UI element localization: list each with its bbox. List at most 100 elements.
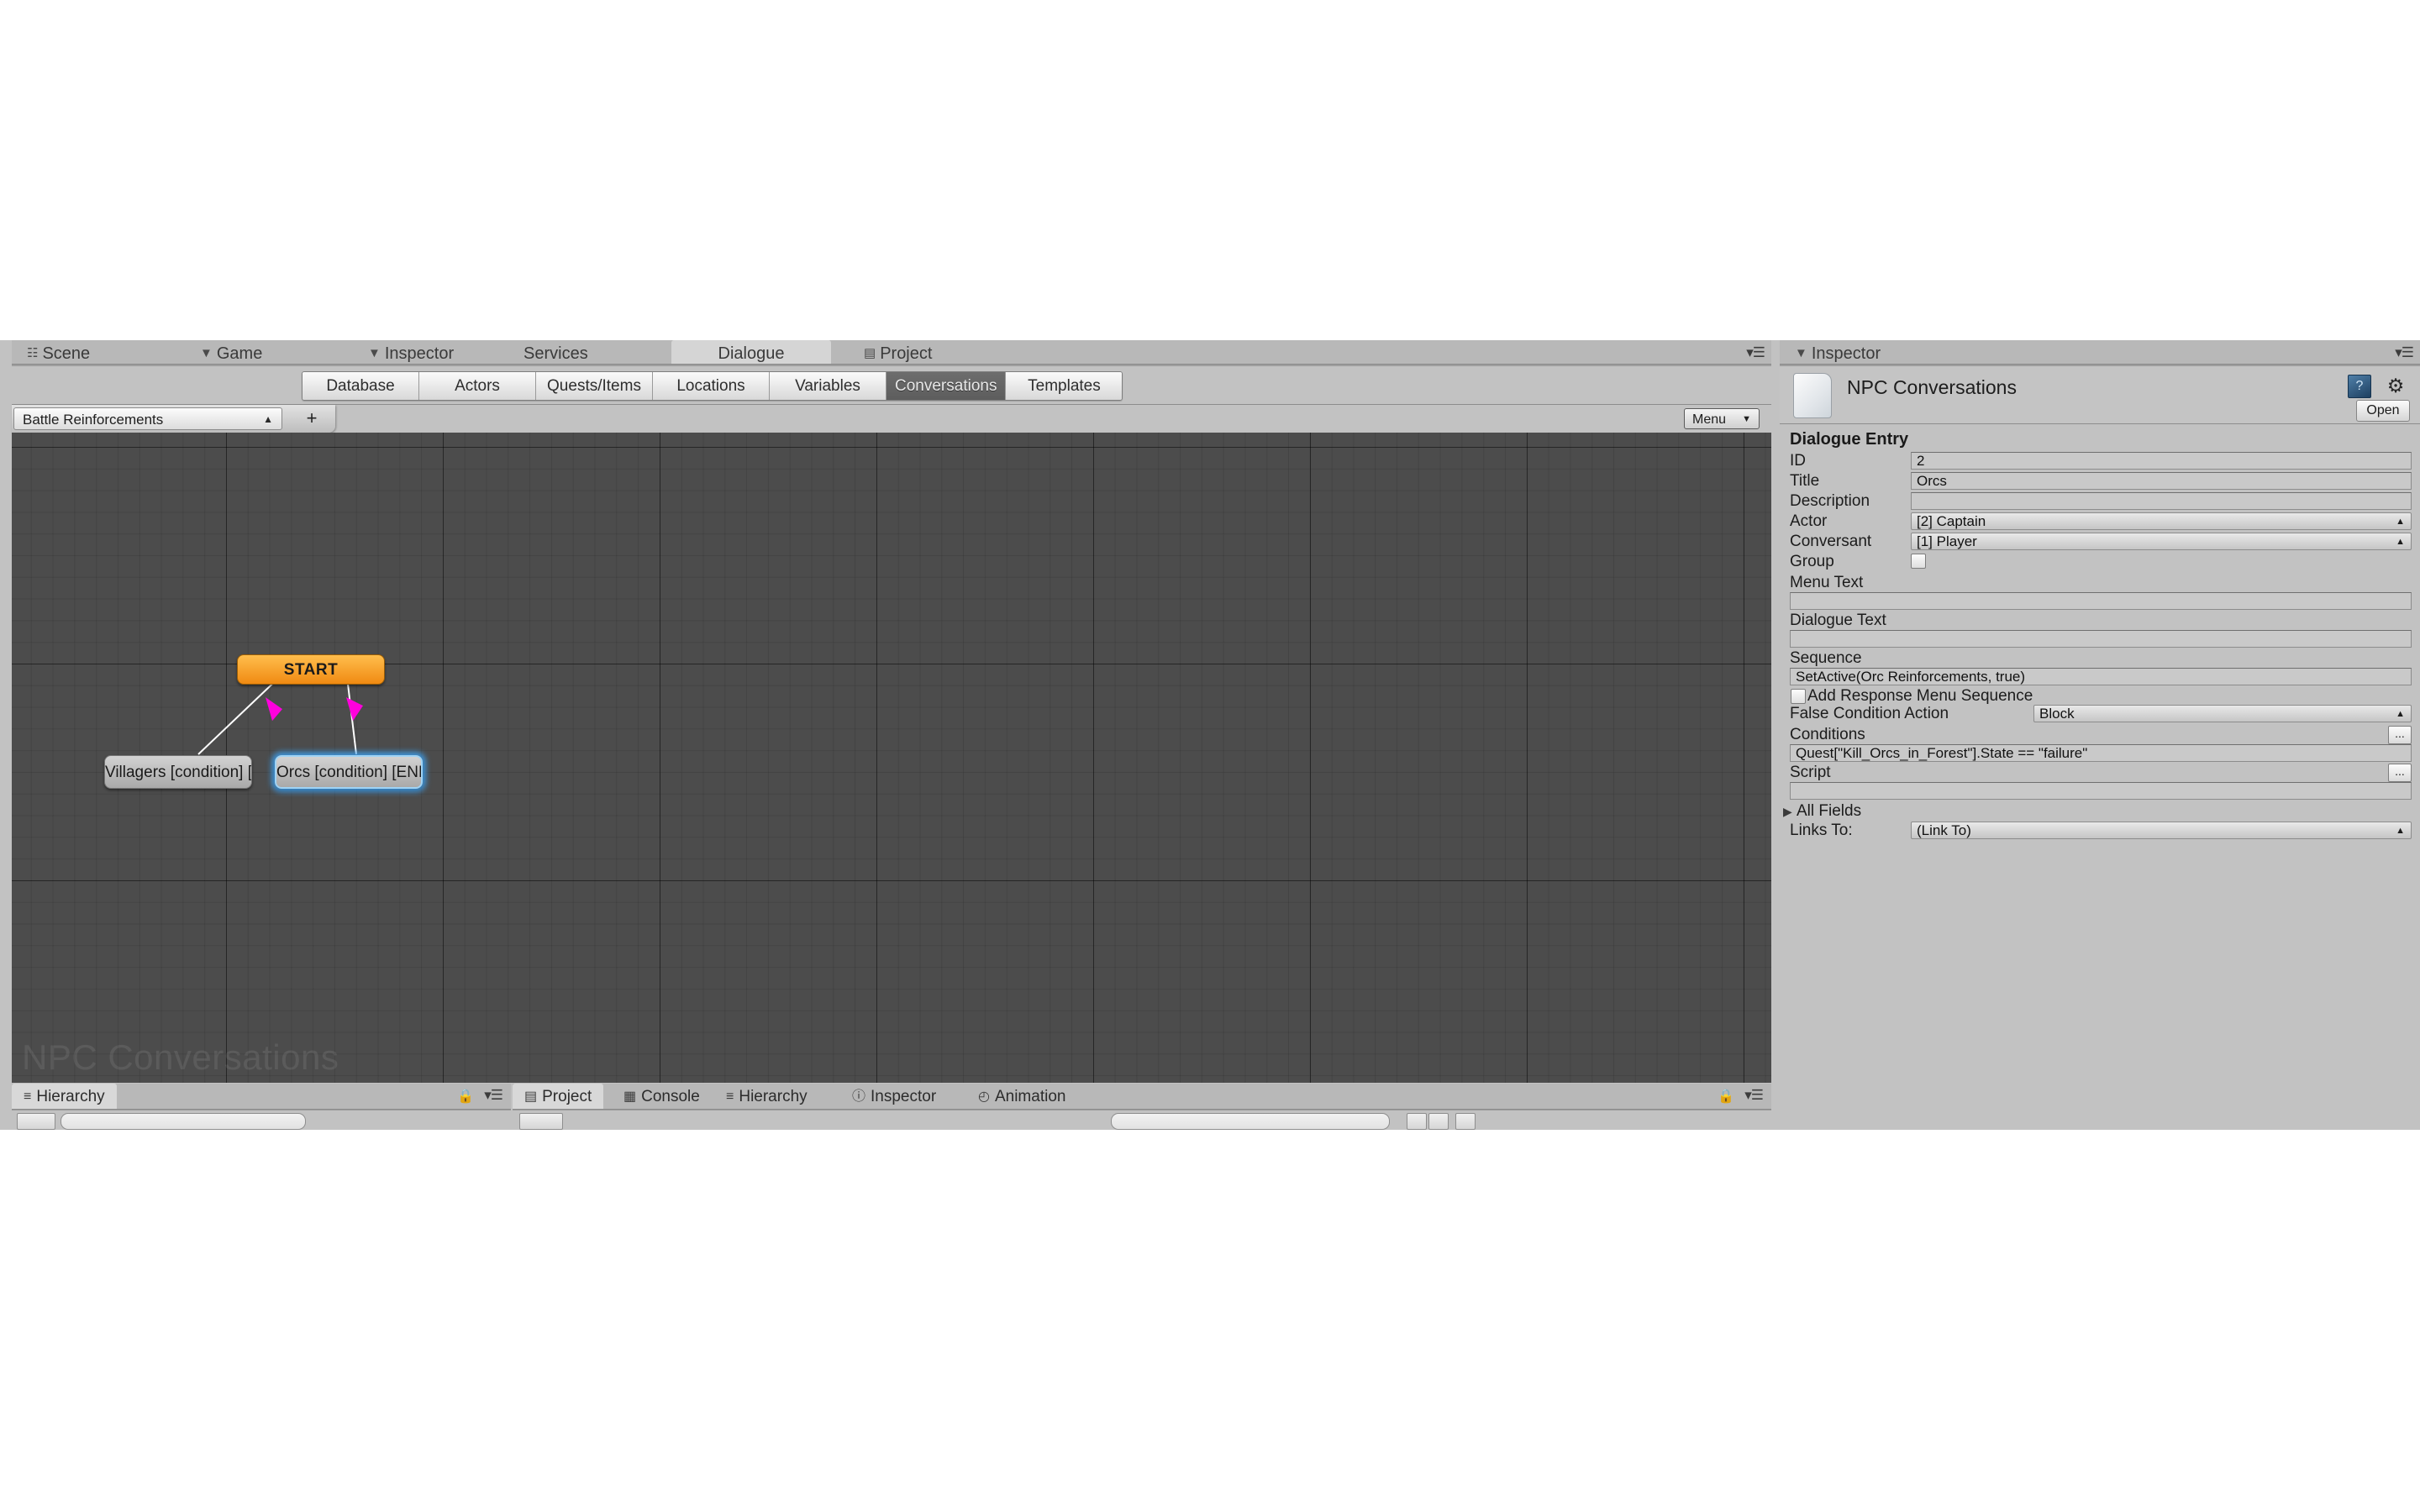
description-input[interactable]: [1911, 492, 2412, 510]
window-tab-dialogue[interactable]: Dialogue: [671, 340, 831, 364]
panel-menu-icon[interactable]: ▾☰: [1744, 1087, 1764, 1104]
tab-locations[interactable]: Locations: [653, 372, 770, 400]
dock-tab-label: Inspector: [871, 1088, 937, 1105]
dock-tab-label: Animation: [994, 1088, 1066, 1105]
conversation-select-value: Battle Reinforcements: [23, 412, 164, 428]
dock-tab-console[interactable]: ▦ Console: [612, 1084, 712, 1109]
asset-file-icon: [1793, 373, 1832, 418]
field-row-add-response-menu-sequence: Add Response Menu Sequence: [1790, 687, 2412, 706]
panel-menu-icon[interactable]: ▾☰: [1746, 344, 1765, 361]
dialogue-text-input[interactable]: [1790, 630, 2412, 648]
inspector-body: Dialogue Entry ID 2 Title Orcs Descripti…: [1780, 424, 2420, 1112]
label-title: Title: [1790, 472, 1820, 490]
menu-text-input[interactable]: [1790, 592, 2412, 610]
panel-menu-icon[interactable]: ▾☰: [2395, 344, 2414, 361]
dock-tab-project[interactable]: ▤ Project: [513, 1084, 604, 1109]
hierarchy-search-input[interactable]: [60, 1113, 306, 1130]
conversation-select[interactable]: Battle Reinforcements ▲▼: [13, 407, 282, 448]
updown-arrows-icon: ▲▼: [2396, 826, 2405, 836]
open-button[interactable]: Open: [2356, 400, 2410, 422]
dock-tab-inspector[interactable]: ⓘ Inspector: [840, 1084, 948, 1109]
field-row-all-fields[interactable]: ▶ All Fields: [1783, 802, 2412, 821]
window-tab-label: Inspector: [1811, 344, 1881, 363]
dialogue-section-tabs: Database Actors Quests/Items Locations V…: [302, 371, 1123, 401]
label-add-response-menu-sequence: Add Response Menu Sequence: [1807, 687, 2033, 705]
add-conversation-button[interactable]: +: [297, 407, 326, 430]
bottom-dock-left: ≡ Hierarchy 🔒 ▾☰: [12, 1084, 511, 1130]
id-input[interactable]: 2: [1911, 452, 2412, 470]
scene-icon: ☷: [27, 346, 39, 360]
chevron-down-icon: ▼: [1742, 414, 1751, 424]
lock-icon[interactable]: 🔒: [457, 1088, 474, 1105]
chevron-right-icon[interactable]: ▶: [1783, 802, 1792, 821]
field-row-group: Group: [1790, 554, 2412, 574]
updown-arrows-icon: ▲▼: [2396, 537, 2405, 547]
tab-conversations[interactable]: Conversations: [886, 372, 1007, 400]
inspector-icon: ▼: [368, 346, 381, 360]
conditions-input[interactable]: Quest["Kill_Orcs_in_Forest"].State == "f…: [1790, 744, 2412, 762]
title-input[interactable]: Orcs: [1911, 472, 2412, 490]
tab-database[interactable]: Database: [302, 372, 419, 400]
tab-quests-items[interactable]: Quests/Items: [536, 372, 653, 400]
tab-variables[interactable]: Variables: [770, 372, 886, 400]
lock-icon[interactable]: 🔒: [1718, 1088, 1734, 1105]
window-tab-services[interactable]: Services: [512, 340, 600, 364]
link-line: [347, 684, 357, 755]
window-tab-inspector[interactable]: ▼ Inspector: [356, 340, 466, 364]
node-villagers[interactable]: Villagers [condition] [END: [104, 755, 252, 789]
window-tab-inspector-right[interactable]: ▼ Inspector: [1783, 340, 1892, 364]
dock-tab-animation[interactable]: ◴ Animation: [966, 1084, 1077, 1109]
project-filter-button-1[interactable]: [1407, 1113, 1427, 1130]
dock-tab-hierarchy[interactable]: ≡ Hierarchy: [714, 1084, 819, 1109]
false-condition-action-value: Block: [2039, 706, 2075, 722]
field-row-false-condition-action: False Condition Action Block ▲▼: [1790, 705, 2412, 726]
dialogue-node-canvas[interactable]: START Villagers [condition] [END Orcs [c…: [12, 433, 1771, 1083]
project-filter-button-3[interactable]: [1455, 1113, 1476, 1130]
help-book-icon[interactable]: ?: [2348, 375, 2371, 398]
hierarchy-icon: ≡: [726, 1089, 734, 1104]
links-to-select[interactable]: (Link To) ▲▼: [1911, 822, 2412, 839]
node-label: Villagers [condition] [END: [105, 764, 252, 781]
hierarchy-create-button[interactable]: [17, 1113, 55, 1130]
tab-templates[interactable]: Templates: [1006, 372, 1123, 400]
window-tab-scene[interactable]: ☷ Scene: [15, 340, 102, 364]
field-row-links-to: Links To: (Link To) ▲▼: [1790, 822, 2412, 843]
project-search-input[interactable]: [1111, 1113, 1390, 1130]
group-checkbox[interactable]: [1911, 554, 1926, 569]
window-tab-label: Game: [216, 344, 263, 363]
dock-tab-hierarchy[interactable]: ≡ Hierarchy: [12, 1084, 117, 1109]
field-row-actor: Actor [2] Captain ▲▼: [1790, 512, 2412, 533]
gear-icon[interactable]: ⚙: [2385, 375, 2407, 396]
window-tab-game[interactable]: ▼ Game: [188, 340, 274, 364]
label-script: Script: [1790, 764, 1831, 781]
window-tab-project[interactable]: ▤ Project: [852, 340, 944, 364]
node-label: Orcs [condition] [END]: [276, 764, 423, 781]
script-more-button[interactable]: ...: [2388, 764, 2412, 782]
project-filter-button-2[interactable]: [1428, 1113, 1449, 1130]
dock-tab-label: Project: [542, 1088, 592, 1105]
node-orcs[interactable]: Orcs [condition] [END]: [275, 755, 423, 789]
actor-select[interactable]: [2] Captain ▲▼: [1911, 512, 2412, 530]
project-create-button[interactable]: [519, 1113, 563, 1130]
section-title-dialogue-entry: Dialogue Entry: [1790, 430, 1909, 449]
script-input[interactable]: [1790, 782, 2412, 800]
false-condition-action-select[interactable]: Block ▲▼: [2033, 705, 2412, 722]
label-group: Group: [1790, 553, 1834, 570]
field-row-title: Title Orcs: [1790, 472, 2412, 493]
label-description: Description: [1790, 492, 1870, 510]
window-tab-label: Dialogue: [718, 344, 785, 363]
label-conversant: Conversant: [1790, 533, 1872, 550]
conversant-select[interactable]: [1] Player ▲▼: [1911, 533, 2412, 550]
canvas-menu-button[interactable]: Menu ▼: [1684, 408, 1760, 429]
actor-select-value: [2] Captain: [1917, 513, 1986, 529]
bottom-dock-right: ▤ Project ▦ Console ≡ Hierarchy ⓘ Inspector …: [513, 1084, 1771, 1130]
updown-arrows-icon: ▲▼: [2396, 709, 2405, 719]
panel-menu-icon[interactable]: ▾☰: [484, 1087, 503, 1104]
conditions-more-button[interactable]: ...: [2388, 726, 2412, 744]
tab-actors[interactable]: Actors: [419, 372, 536, 400]
inspector-header: NPC Conversations ? ⚙ Open: [1780, 366, 2420, 424]
field-row-id: ID 2: [1790, 452, 2412, 473]
node-start[interactable]: START: [237, 654, 385, 685]
add-response-menu-sequence-checkbox[interactable]: [1791, 689, 1806, 704]
sequence-input[interactable]: SetActive(Orc Reinforcements, true): [1790, 668, 2412, 685]
